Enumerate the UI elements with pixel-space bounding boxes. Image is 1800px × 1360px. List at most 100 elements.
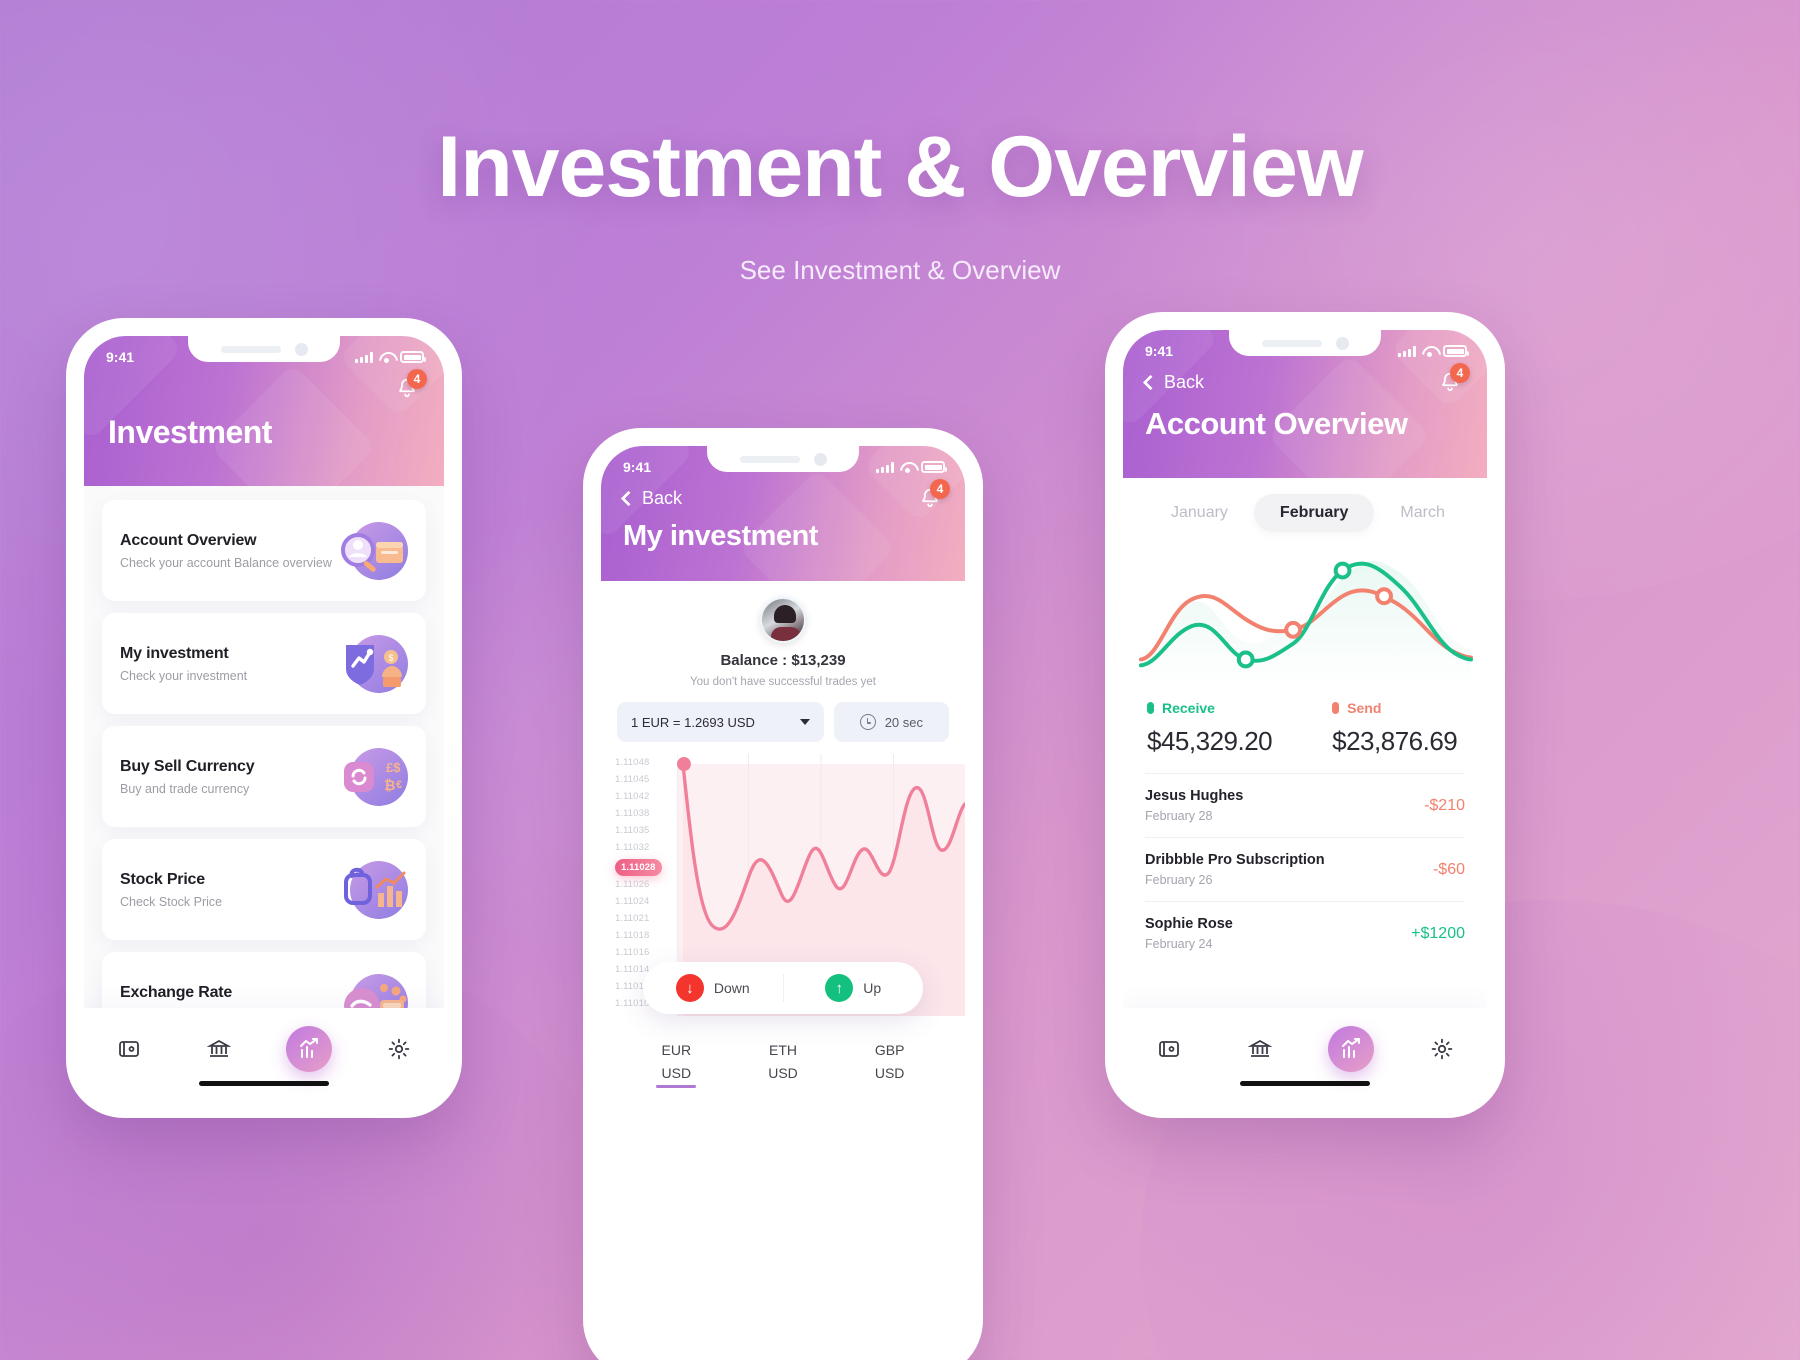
down-button[interactable]: ↓ Down: [643, 974, 783, 1002]
y-tick: 1.11016: [615, 946, 650, 958]
chart-current-point: [677, 757, 691, 771]
screen-investment: 9:41 4 Investment Account Overview Check…: [84, 336, 444, 1100]
controls-row: 1 EUR = 1.2693 USD 20 sec: [601, 702, 965, 742]
pair-quote: USD: [768, 1065, 798, 1081]
nav-item-chart[interactable]: [286, 1026, 332, 1072]
chart-icon: [300, 1038, 318, 1058]
y-tick: 1.11042: [615, 791, 650, 803]
no-trades-message: You don't have successful trades yet: [690, 676, 876, 688]
table-row[interactable]: Sophie Rose February 24 +$1200: [1145, 901, 1465, 965]
chevron-down-icon: [799, 719, 810, 725]
back-label: Back: [1164, 371, 1205, 392]
transaction-date: February 26: [1145, 873, 1213, 887]
avatar: [760, 597, 806, 643]
summary-receive: Receive $45,329.20: [1147, 700, 1273, 757]
menu-item-my-investment[interactable]: My investment Check your investment $: [102, 613, 426, 714]
pair-quote: USD: [662, 1065, 692, 1088]
nav-item-chart[interactable]: [1327, 1026, 1374, 1072]
phone-investment: 9:41 4 Investment Account Overview Check…: [66, 318, 462, 1118]
y-tick: 1.11038: [615, 808, 650, 820]
transaction-name: Jesus Hughes: [1145, 788, 1244, 804]
menu-item-stock-price[interactable]: Stock Price Check Stock Price: [102, 839, 426, 940]
nav-item-wallet[interactable]: [106, 1026, 152, 1072]
back-button[interactable]: Back: [620, 488, 682, 509]
nav-item-bank[interactable]: [1237, 1026, 1283, 1072]
menu-item-title: Stock Price: [120, 870, 205, 888]
status-time: 9:41: [106, 349, 135, 365]
currency-pairs: EUR USD ETH USD GBP USD: [601, 1016, 965, 1088]
notification-button[interactable]: 4: [919, 479, 950, 510]
page-subtitle: See Investment & Overview: [739, 255, 1061, 285]
notification-button[interactable]: 4: [1439, 363, 1470, 394]
camera-icon: [294, 342, 308, 356]
chart-marker: [1333, 561, 1352, 580]
speaker-icon: [220, 345, 281, 353]
nav-item-bank[interactable]: [196, 1026, 242, 1072]
currency-rate-select[interactable]: 1 EUR = 1.2693 USD: [617, 702, 824, 742]
pair-base: ETH: [768, 1042, 797, 1058]
y-tick: 1.11032: [615, 842, 650, 854]
transaction-list: Jesus Hughes February 28 -$210 Dribbble …: [1123, 757, 1487, 965]
pair-gbp-usd[interactable]: GBP USD: [875, 1042, 905, 1088]
table-row[interactable]: Jesus Hughes February 28 -$210: [1145, 773, 1465, 837]
menu-item-title: Exchange Rate: [120, 983, 233, 1001]
investment-chart: 1.11048 1.11045 1.11042 1.11038 1.11035 …: [601, 754, 965, 1016]
chart-marker: [1236, 650, 1255, 669]
transaction-amount: -$210: [1424, 796, 1465, 814]
nav-item-settings[interactable]: [1419, 1026, 1465, 1072]
battery-icon: [921, 461, 947, 473]
speaker-icon: [739, 455, 800, 463]
my-investment-body: Balance : $13,239 You don't have success…: [601, 581, 965, 1360]
transaction-amount: +$1200: [1411, 924, 1465, 942]
trade-direction-bar: ↓ Down ↑ Up: [643, 962, 923, 1014]
home-indicator: [1240, 1081, 1370, 1086]
camera-icon: [1335, 336, 1349, 350]
up-button[interactable]: ↑ Up: [782, 974, 924, 1002]
bank-icon: [207, 1039, 231, 1057]
phone-my-investment: 9:41 Back 4 My investment Balance: $13,…: [583, 428, 983, 1360]
bottom-navigation: [1123, 1008, 1487, 1100]
svg-text:€: €: [396, 779, 402, 791]
down-label: Down: [713, 980, 750, 996]
month-january[interactable]: January: [1145, 494, 1254, 532]
overview-chart: [1123, 532, 1487, 688]
signal-bars-icon: [1398, 345, 1416, 357]
svg-text:₿: ₿: [384, 777, 395, 793]
month-march[interactable]: March: [1374, 494, 1470, 532]
menu-item-account-overview[interactable]: Account Overview Check your account Bala…: [102, 500, 426, 601]
send-dot-icon: [1332, 702, 1340, 714]
timer-display[interactable]: 20 sec: [833, 702, 949, 742]
y-tick-highlight: 1.11028: [615, 858, 662, 876]
wallet-icon: [119, 1041, 139, 1057]
chevron-left-icon: [620, 490, 637, 506]
transaction-name: Dribbble Pro Subscription: [1145, 852, 1325, 868]
notification-button[interactable]: 4: [396, 369, 427, 400]
account-overview-icon: [336, 520, 408, 582]
up-label: Up: [863, 980, 882, 996]
menu-item-subtitle: Check your investment: [120, 668, 248, 683]
battery-icon: [400, 351, 426, 363]
back-button[interactable]: Back: [1142, 371, 1205, 393]
y-tick: 1.11045: [615, 774, 650, 786]
page-header-title: My investment: [623, 520, 818, 552]
pair-eth-usd[interactable]: ETH USD: [768, 1042, 798, 1088]
transaction-date: February 24: [1145, 937, 1213, 951]
pair-eur-usd[interactable]: EUR USD: [662, 1042, 692, 1088]
menu-item-subtitle: Check your account Balance overview: [120, 555, 332, 570]
nav-item-wallet[interactable]: [1146, 1026, 1192, 1072]
status-time: 9:41: [623, 459, 652, 475]
page-title: Investment & Overview: [437, 119, 1363, 215]
menu-item-subtitle: Buy and trade currency: [120, 781, 250, 796]
menu-item-buy-sell-currency[interactable]: Buy Sell Currency Buy and trade currency…: [102, 726, 426, 827]
nav-item-settings[interactable]: [376, 1026, 422, 1072]
chart-marker: [1284, 620, 1303, 639]
notification-badge: 4: [407, 369, 427, 389]
notch: [188, 336, 340, 362]
chevron-left-icon: [1142, 374, 1159, 390]
signal-bars-icon: [355, 351, 373, 363]
notification-badge: 4: [930, 479, 950, 499]
month-february[interactable]: February: [1253, 494, 1375, 532]
timer-value: 20 sec: [884, 714, 923, 730]
gear-icon: [388, 1038, 410, 1060]
table-row[interactable]: Dribbble Pro Subscription February 26 -$…: [1145, 837, 1465, 901]
